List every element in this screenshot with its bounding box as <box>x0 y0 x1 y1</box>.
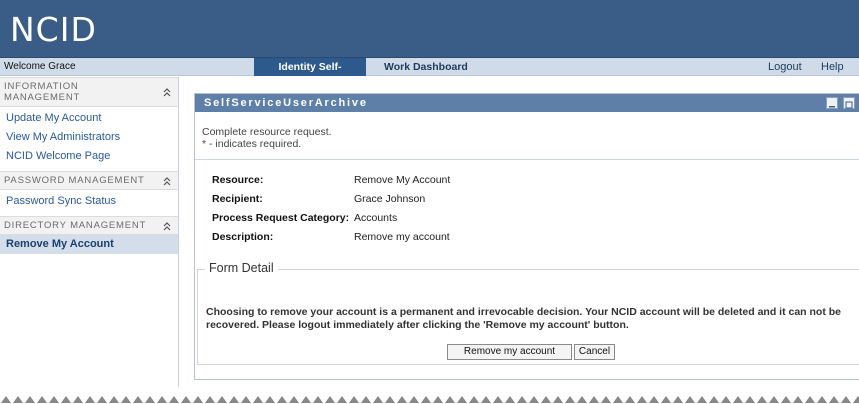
field-value: Accounts <box>354 211 398 224</box>
portlet-title: SelfServiceUserArchive <box>204 97 368 109</box>
tab-work-dashboard[interactable]: Work Dashboard <box>376 58 476 76</box>
chevron-double-up-icon[interactable] <box>162 86 172 98</box>
sidebar-item-password-sync-status[interactable]: Password Sync Status <box>0 192 178 211</box>
form-detail-fieldset: Form Detail Choosing to remove your acco… <box>197 261 859 365</box>
self-service-portlet: SelfServiceUserArchive Complete resource… <box>194 93 859 380</box>
remove-my-account-button[interactable]: Remove my account <box>447 344 572 360</box>
chevron-double-up-icon[interactable] <box>162 220 172 232</box>
minimize-icon[interactable] <box>826 97 838 109</box>
section-header-directory-management[interactable]: DIRECTORY MANAGEMENT <box>0 216 178 235</box>
chevron-double-up-icon[interactable] <box>162 175 172 187</box>
section-header-password-management[interactable]: PASSWORD MANAGEMENT <box>0 171 178 190</box>
field-value: Remove My Account <box>354 173 451 186</box>
cancel-button[interactable]: Cancel <box>574 344 615 360</box>
portlet-title-bar: SelfServiceUserArchive <box>195 94 859 112</box>
sidebar-item-remove-my-account[interactable]: Remove My Account <box>0 235 178 254</box>
intro-line: Complete resource request. <box>202 126 332 138</box>
sidebar-item-update-my-account[interactable]: Update My Account <box>0 109 178 128</box>
sidebar-item-ncid-welcome-page[interactable]: NCID Welcome Page <box>0 147 178 166</box>
help-link[interactable]: Help <box>821 58 844 76</box>
form-detail-legend: Form Detail <box>205 261 278 275</box>
sidebar-item-view-my-administrators[interactable]: View My Administrators <box>0 128 178 147</box>
section-items: Password Sync Status <box>0 190 178 216</box>
section-title: INFORMATION MANAGEMENT <box>4 81 81 103</box>
warning-message: Choosing to remove your account is a per… <box>206 306 841 331</box>
field-row-category: Process Request Category: Accounts <box>212 208 450 227</box>
field-label: Process Request Category: <box>212 211 350 224</box>
field-label: Description: <box>212 230 274 243</box>
section-header-information-management[interactable]: INFORMATION MANAGEMENT <box>0 77 178 107</box>
ncid-logo: NCID <box>10 10 97 49</box>
app-header: NCID <box>0 0 859 58</box>
field-row-description: Description: Remove my account <box>212 227 450 246</box>
required-note: * - indicates required. <box>202 138 302 150</box>
maximize-icon[interactable] <box>843 97 855 109</box>
section-items: Remove My Account <box>0 235 178 259</box>
field-row-recipient: Recipient: Grace Johnson <box>212 189 450 208</box>
field-value: Grace Johnson <box>354 192 426 205</box>
intro-text: Complete resource request. * - indicates… <box>195 112 859 150</box>
field-value: Remove my account <box>354 230 450 243</box>
field-label: Resource: <box>212 173 264 186</box>
section-title: DIRECTORY MANAGEMENT <box>4 220 147 231</box>
section-items: Update My Account View My Administrators… <box>0 107 178 171</box>
logout-link[interactable]: Logout <box>768 58 802 76</box>
request-fields: Resource: Remove My Account Recipient: G… <box>212 170 450 246</box>
section-title: PASSWORD MANAGEMENT <box>4 175 145 186</box>
top-nav-bar: Welcome Grace Identity Self-Service Work… <box>0 58 859 91</box>
torn-edge-border <box>0 393 859 404</box>
field-label: Recipient: <box>212 192 263 205</box>
field-row-resource: Resource: Remove My Account <box>212 170 450 189</box>
divider <box>195 159 859 160</box>
tab-identity-self-service[interactable]: Identity Self-Service <box>254 58 366 91</box>
welcome-text: Welcome Grace <box>4 61 76 72</box>
sidebar: INFORMATION MANAGEMENT Update My Account… <box>0 77 179 387</box>
